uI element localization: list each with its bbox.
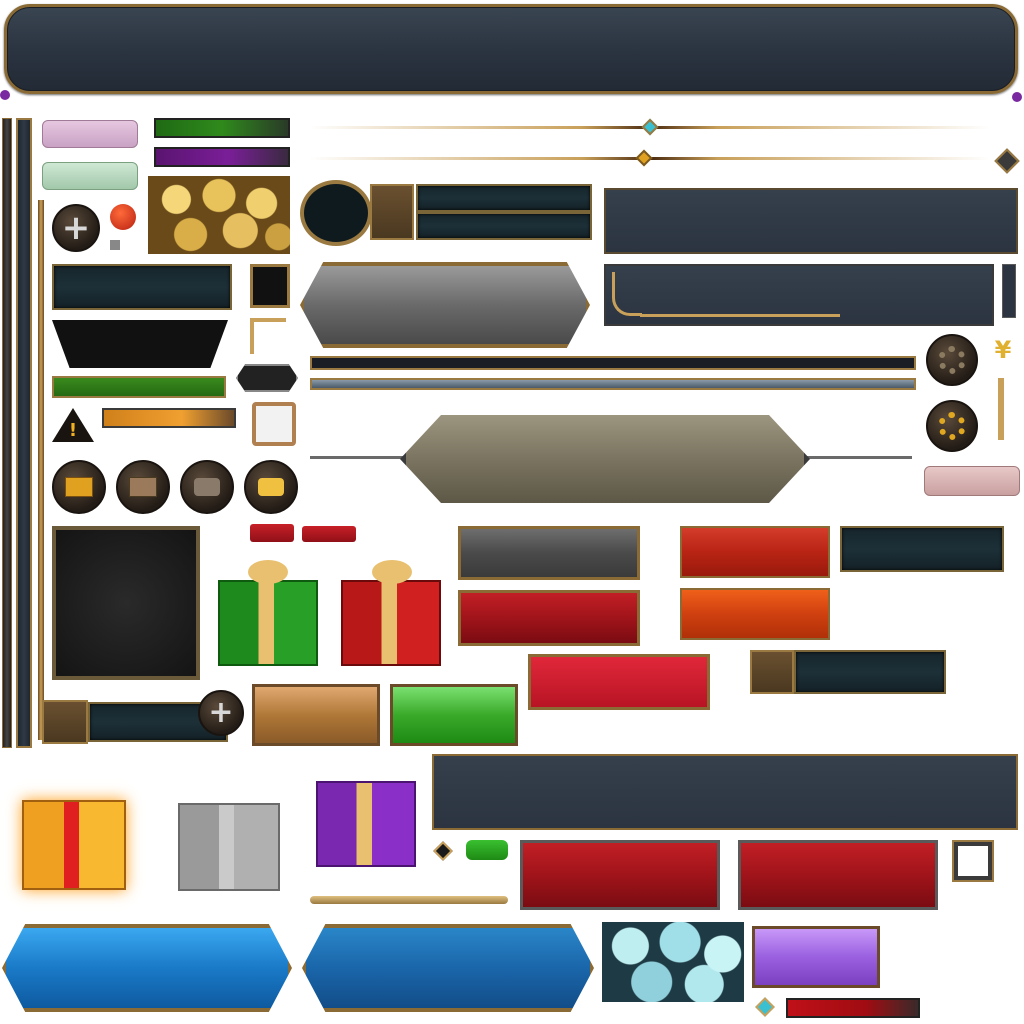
orange-red-button-2[interactable] (680, 588, 830, 640)
gift-bow-red (372, 560, 412, 584)
diamond-marker (433, 841, 453, 861)
red-framed-button-2[interactable] (738, 840, 938, 910)
red-button-wide[interactable] (528, 654, 710, 710)
slate-panel-large (604, 188, 1018, 254)
mail-button[interactable] (116, 460, 170, 514)
dark-bracket-panel (52, 320, 228, 368)
teal-input-field[interactable] (52, 264, 232, 310)
speech-bubble-icon (258, 478, 284, 496)
field-plate (750, 650, 794, 694)
blue-hex-button[interactable] (302, 924, 594, 1012)
bracket-rail (310, 896, 508, 904)
speech-bubble-icon (194, 478, 220, 496)
red-progress-bar (786, 998, 920, 1018)
slate-panel-bottom (432, 754, 1018, 830)
gift-box-purple[interactable] (314, 762, 418, 868)
small-black-frame (250, 264, 290, 308)
warning-triangle: ! (52, 408, 94, 442)
envelope-icon (65, 477, 93, 497)
amount-add-button[interactable]: + (198, 690, 244, 736)
corner-ornament-icon (994, 148, 1020, 174)
input-plate-left (42, 700, 88, 744)
vertical-rail-inner (16, 118, 32, 748)
corner-flourish (250, 318, 286, 354)
vine-ornament-left (612, 272, 642, 316)
field-with-plate[interactable] (794, 650, 946, 694)
header-corner-gem-left (0, 90, 10, 100)
plus-icon: + (61, 208, 91, 248)
red-status-dot (110, 204, 136, 230)
green-small-button[interactable] (466, 840, 508, 860)
teal-field-wide[interactable] (840, 526, 1004, 572)
red-framed-button-1[interactable] (520, 840, 720, 910)
ornate-banner (400, 415, 810, 503)
slate-slim-bar (1002, 264, 1016, 318)
gems-icon (602, 922, 744, 1002)
portrait-field-bottom (416, 212, 592, 240)
plus-icon: + (208, 695, 234, 730)
green-progress-bar (154, 118, 290, 138)
violet-glass-button[interactable] (752, 926, 880, 988)
gift-bow-green (248, 560, 288, 584)
crimson-button[interactable] (458, 590, 640, 646)
small-gray-square (110, 240, 120, 250)
rose-pill-button[interactable] (924, 466, 1020, 496)
purple-progress-bar (154, 147, 290, 167)
portrait-plate (370, 184, 414, 240)
vertical-rail-thin (38, 200, 44, 740)
mint-pill-button[interactable] (42, 162, 138, 190)
hex-slot (236, 364, 298, 392)
stone-button[interactable] (458, 526, 640, 580)
copper-glass-button[interactable] (252, 684, 380, 746)
top-header-panel (4, 4, 1018, 94)
gift-box-gold[interactable] (18, 776, 130, 894)
green-glass-button[interactable] (390, 684, 518, 746)
ornament-divider-gem-2 (635, 149, 653, 167)
gift-box-icon (316, 781, 416, 867)
yen-icon: ¥ (994, 336, 1012, 364)
orange-red-button[interactable] (680, 526, 830, 578)
ornament-divider-gem-1 (641, 118, 659, 136)
vertical-rail-left (2, 118, 12, 748)
stone-hex-button[interactable] (300, 262, 590, 348)
long-dark-bar (310, 356, 916, 370)
green-health-bar (52, 376, 226, 398)
exclamation-icon: ! (68, 419, 78, 441)
portrait-ring (300, 180, 372, 246)
gift-box-silver[interactable] (174, 780, 284, 894)
gift-box-icon (341, 580, 441, 666)
envelope-icon (129, 477, 157, 497)
gift-box-icon (218, 580, 318, 666)
dark-portrait-panel (52, 526, 200, 680)
add-round-button[interactable]: + (52, 204, 100, 252)
portrait-field-top (416, 184, 592, 212)
settings-button-active[interactable] (926, 400, 978, 452)
red-chip-wide[interactable] (302, 526, 356, 542)
portrait-bar (300, 180, 594, 246)
long-steel-bar (310, 378, 916, 390)
blue-hex-button-bright[interactable] (2, 924, 292, 1012)
red-chip-small[interactable] (250, 524, 294, 542)
gift-box-icon (178, 803, 280, 891)
chat-button[interactable] (180, 460, 234, 514)
white-checkbox[interactable] (954, 842, 992, 880)
pillar-ornament (998, 378, 1004, 440)
orange-progress-bar (102, 408, 236, 428)
vine-ornament-bottom (640, 314, 840, 317)
gift-box-icon (22, 800, 126, 890)
gear-icon (938, 412, 966, 440)
settings-button[interactable] (926, 334, 978, 386)
coins-icon (148, 176, 290, 254)
chat-button-active[interactable] (244, 460, 298, 514)
gear-icon (938, 346, 966, 374)
pink-pill-button[interactable] (42, 120, 138, 148)
scroll-frame-icon (252, 402, 296, 446)
teal-diamond-marker (755, 997, 775, 1017)
mail-button-active[interactable] (52, 460, 106, 514)
header-corner-gem-right (1012, 92, 1022, 102)
